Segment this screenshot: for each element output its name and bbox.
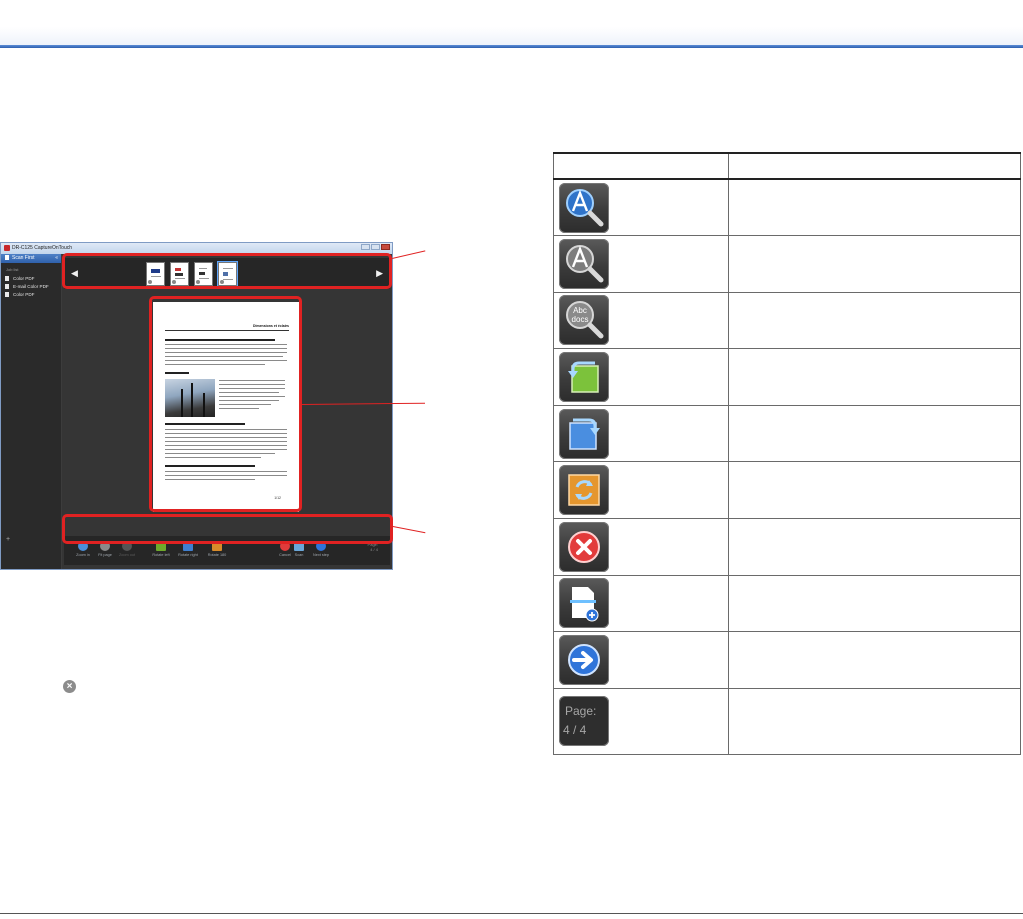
- table-row: [553, 631, 1021, 689]
- toolbar-button-label: Next step: [312, 553, 330, 557]
- button-description-cell: [728, 178, 1021, 237]
- zoom-in-icon: [559, 182, 609, 233]
- button-icon-cell: [553, 235, 729, 293]
- table-row: [553, 235, 1021, 293]
- header-band: [0, 0, 1023, 45]
- sidebar-item-color-pdf-2[interactable]: Color PDF: [1, 290, 61, 298]
- button-icon-cell: [553, 631, 729, 689]
- toolbar-button-label: Rotate left: [152, 553, 170, 557]
- button-icon-cell: [553, 348, 729, 406]
- table-row: [553, 574, 1021, 633]
- button-icon-cell: [553, 461, 729, 520]
- sidebar-item-color-pdf[interactable]: Color PDF: [1, 274, 61, 282]
- button-description-cell: [728, 461, 1021, 520]
- button-icon-cell: [553, 404, 729, 463]
- toolbar-button-label: Zoom out: [118, 553, 136, 557]
- collapse-icon[interactable]: «: [55, 254, 58, 263]
- rotate-right-icon: [559, 408, 609, 459]
- sidebar-item-label: Color PDF: [13, 291, 35, 297]
- sidebar-header-label: Scan First: [12, 255, 35, 261]
- page-counter-value: 4 / 4: [563, 723, 587, 738]
- button-icon-cell: [553, 178, 729, 237]
- fit-page-icon: [559, 238, 609, 289]
- button-description-cell: [728, 348, 1021, 406]
- leader-line: [392, 250, 426, 259]
- close-window-button[interactable]: [381, 244, 390, 250]
- page-counter-value: 4 / 4: [370, 547, 378, 552]
- app-logo-icon: [4, 245, 10, 251]
- sidebar: Scan First « Job list Color PDF E-mail C…: [1, 254, 61, 569]
- sidebar-header[interactable]: Scan First «: [1, 254, 61, 263]
- toolbar-callout: [62, 514, 393, 544]
- header-rule: [0, 45, 1023, 48]
- toolbar-button-label: Rotate 180: [207, 553, 227, 557]
- page-counter-label: Page:: [565, 704, 597, 719]
- document-icon: [5, 275, 9, 281]
- button-description-cell: [728, 518, 1021, 576]
- maximize-button[interactable]: [371, 244, 380, 250]
- button-description-cell: [728, 291, 1021, 350]
- footer-rule: [0, 913, 1023, 914]
- sidebar-item-label: E-mail Color PDF: [13, 283, 49, 289]
- table-row: [553, 348, 1021, 406]
- leader-line: [392, 526, 426, 534]
- button-description-table: Abc docs Page: 4 / 4: [553, 152, 1021, 755]
- add-scan-icon: [559, 578, 609, 629]
- add-job-button[interactable]: +: [6, 536, 10, 543]
- table-header-row: [553, 152, 1021, 180]
- button-description-cell: [728, 631, 1021, 689]
- svg-text:docs: docs: [572, 315, 589, 324]
- header-description-cell: [728, 152, 1021, 180]
- toolbar-button-label: Rotate right: [178, 553, 198, 557]
- button-icon-cell: [553, 574, 729, 633]
- sidebar-item-label: Color PDF: [13, 275, 35, 281]
- button-icon-cell: Page: 4 / 4: [553, 687, 729, 755]
- sidebar-group-label: Job list: [6, 267, 19, 272]
- preview-callout: [149, 296, 302, 512]
- scan-first-icon: [5, 255, 9, 260]
- next-step-icon: [559, 635, 609, 686]
- table-row: [553, 518, 1021, 576]
- rotate-left-icon: [559, 352, 609, 403]
- rotate-180-icon: [559, 465, 609, 516]
- minimize-button[interactable]: [361, 244, 370, 250]
- zoom-out-icon: Abc docs: [559, 295, 609, 346]
- button-icon-cell: [553, 518, 729, 576]
- table-row: [553, 461, 1021, 520]
- document-icon: [5, 291, 9, 297]
- svg-text:Abc: Abc: [573, 306, 587, 315]
- button-icon-cell: Abc docs: [553, 291, 729, 350]
- email-icon: [5, 283, 9, 289]
- table-row: [553, 404, 1021, 463]
- button-description-cell: [728, 687, 1021, 755]
- cancel-icon: ×: [63, 680, 76, 693]
- header-button-cell: [553, 152, 729, 180]
- window-controls: [361, 244, 390, 250]
- thumbnail-callout: [62, 253, 392, 289]
- cancel-icon: [559, 521, 609, 572]
- table-row: [553, 178, 1021, 237]
- sidebar-item-email-color-pdf[interactable]: E-mail Color PDF: [1, 282, 61, 290]
- window-title: DR-C125 CaptureOnTouch: [12, 245, 73, 251]
- button-description-cell: [728, 404, 1021, 463]
- button-description-cell: [728, 235, 1021, 293]
- table-row: Page: 4 / 4: [553, 687, 1021, 755]
- button-description-cell: [728, 574, 1021, 633]
- table-row: Abc docs: [553, 291, 1021, 350]
- page-counter-icon: Page: 4 / 4: [559, 696, 609, 747]
